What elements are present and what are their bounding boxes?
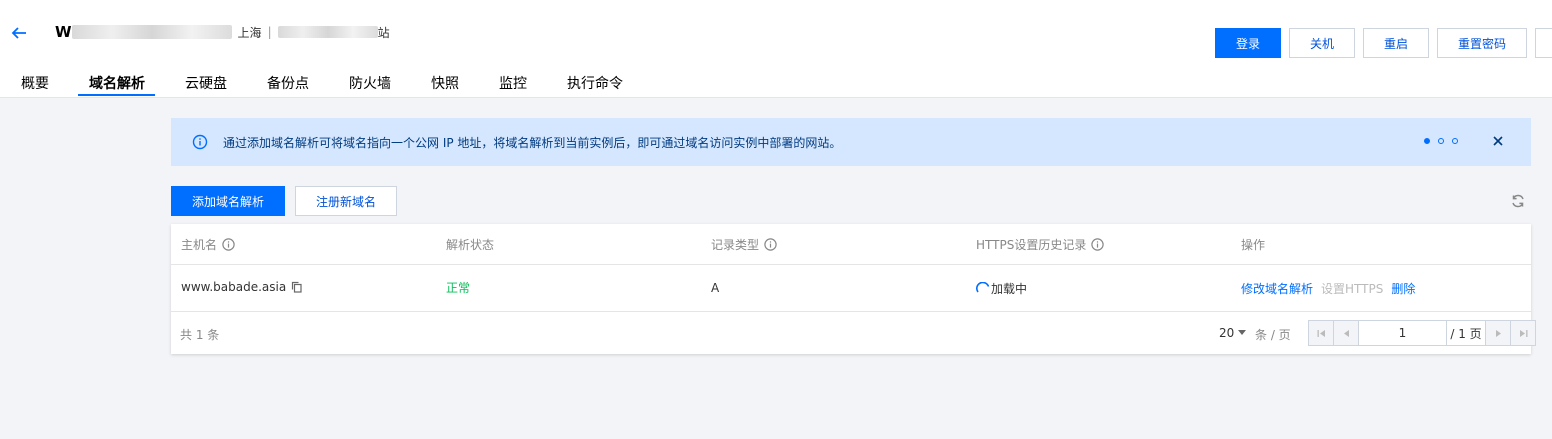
info-icon [192,134,208,150]
caret-down-icon [1238,330,1247,335]
next-page-button[interactable] [1486,321,1511,345]
domain-table: 主机名 解析状态 记录类型 HTTPS设置历史记录 操作 www.babade.… [171,224,1536,354]
info-banner: 通过添加域名解析可将域名指向一个公网 IP 地址，将域名解析到当前实例后，即可通… [171,118,1531,166]
table-row: www.babade.asia 正常 A 加载中 修改域名解析 设置HTTPS … [171,264,1531,312]
tab-firewall[interactable]: 防火墙 [349,73,391,93]
first-page-button[interactable] [1309,321,1334,345]
refresh-icon[interactable] [1510,193,1526,209]
delete-link[interactable]: 删除 [1391,280,1415,297]
shutdown-button[interactable]: 关机 [1289,28,1355,58]
tab-snapshot[interactable]: 快照 [431,73,459,93]
page-size-select[interactable]: 20 [1219,326,1247,340]
prev-page-button[interactable] [1334,321,1359,345]
restart-button[interactable]: 重启 [1363,28,1429,58]
cell-https: 加载中 [976,280,1027,297]
help-icon[interactable] [1091,238,1105,251]
page-size-value: 20 [1219,326,1235,340]
column-header-actions: 操作 [1241,238,1266,252]
tab-run-command[interactable]: 执行命令 [567,73,623,93]
carousel-dot[interactable] [1452,138,1458,144]
reset-password-button[interactable]: 重置密码 [1437,28,1527,58]
column-label: 主机名 [181,238,218,252]
top-bar: W 上海 | 站 登录 关机 重启 重置密码 概要 域名解析 云硬盘 备份点 防… [0,0,1552,98]
https-status-text: 加载中 [991,282,1028,296]
carousel-dot[interactable] [1438,138,1444,144]
column-header-host: 主机名 [181,236,235,253]
table-footer: 共 1 条 20 条 / 页 / 1 页 [171,312,1536,354]
help-icon[interactable] [222,238,235,251]
loading-spinner-icon [976,281,990,292]
active-tab-indicator [78,94,155,96]
title-suffix: 站 [377,25,390,40]
cell-host: www.babade.asia [181,280,303,294]
per-page-label: 条 / 页 [1255,328,1291,342]
pagination: / 1 页 [1308,320,1536,346]
redacted-instance-id [277,26,378,38]
back-arrow-icon[interactable] [10,24,28,42]
column-header-status: 解析状态 [446,238,495,252]
tab-domain-resolution[interactable]: 域名解析 [89,73,145,93]
carousel-dot[interactable] [1424,138,1430,144]
cell-actions: 修改域名解析 设置HTTPS 删除 [1241,280,1415,297]
add-domain-resolution-button[interactable]: 添加域名解析 [171,186,285,216]
set-https-link: 设置HTTPS [1321,282,1384,296]
page-total: / 1 页 [1447,321,1486,345]
host-name: www.babade.asia [181,280,287,294]
cell-status: 正常 [446,281,471,295]
tab-monitor[interactable]: 监控 [499,73,527,93]
tab-backup[interactable]: 备份点 [267,73,309,93]
carousel-dots [1416,138,1458,144]
edit-resolution-link[interactable]: 修改域名解析 [1241,280,1313,297]
last-page-button[interactable] [1511,321,1535,345]
banner-text: 通过添加域名解析可将域名指向一个公网 IP 地址，将域名解析到当前实例后，即可通… [223,136,842,150]
column-label: 记录类型 [711,238,760,252]
tab-cloud-disk[interactable]: 云硬盘 [185,73,227,93]
copy-icon[interactable] [291,281,303,293]
next-page-icon [1495,329,1501,337]
title-prefix: W [55,23,72,41]
redacted-instance-name [71,25,232,39]
region-label: 上海 [237,25,262,40]
column-header-record-type: 记录类型 [711,236,777,253]
page-number-input[interactable] [1359,321,1447,345]
table-header: 主机名 解析状态 记录类型 HTTPS设置历史记录 操作 [171,224,1531,265]
first-page-icon [1317,329,1325,337]
register-domain-button[interactable]: 注册新域名 [295,186,397,216]
cell-record-type: A [711,281,720,295]
instance-title: W 上海 | 站 [55,23,390,41]
tab-overview[interactable]: 概要 [21,73,49,93]
close-icon[interactable] [1491,134,1505,148]
more-actions-button[interactable] [1535,28,1552,58]
column-label: HTTPS设置历史记录 [976,238,1087,252]
login-button[interactable]: 登录 [1215,28,1281,58]
help-icon[interactable] [764,238,777,251]
last-page-icon [1519,329,1527,337]
column-header-https-history: HTTPS设置历史记录 [976,236,1105,253]
prev-page-icon [1343,329,1349,337]
title-separator: | [267,25,272,39]
instance-actions: 登录 关机 重启 重置密码 [1215,28,1552,58]
total-count: 共 1 条 [180,328,220,342]
